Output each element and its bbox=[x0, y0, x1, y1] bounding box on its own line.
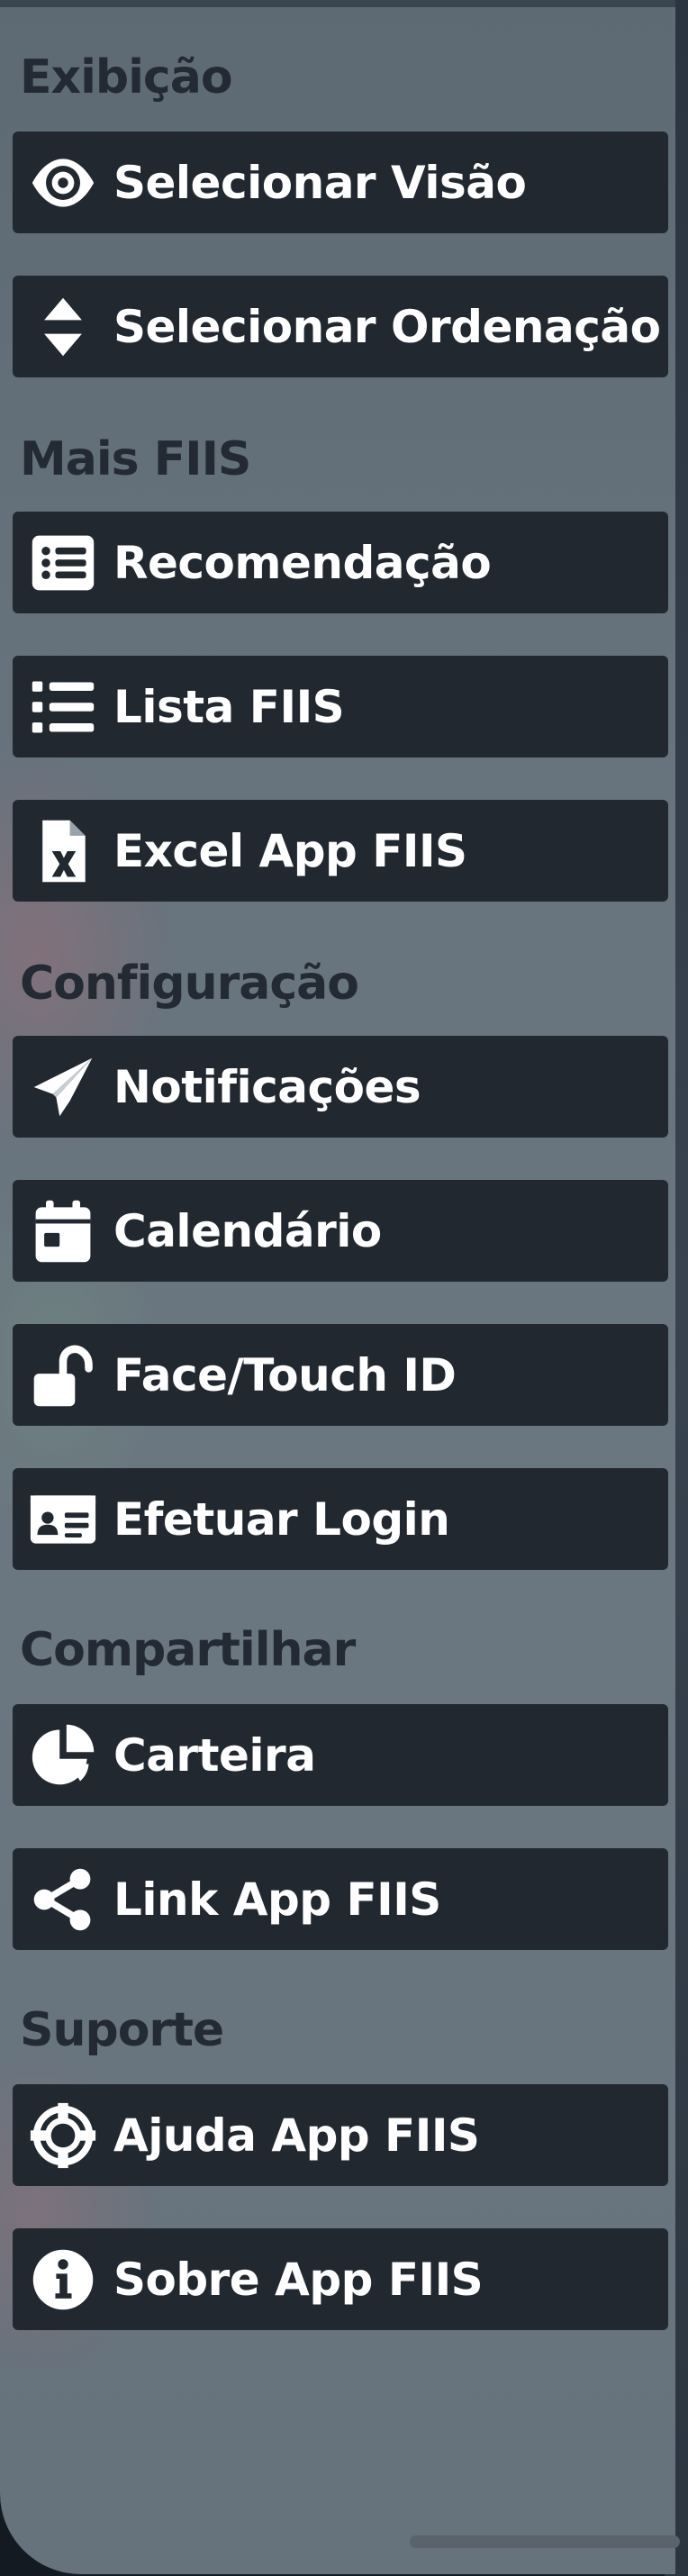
section-header-compartilhar: Compartilhar bbox=[20, 1623, 356, 1677]
menu-item-label: Recomendação bbox=[113, 536, 492, 589]
list-icon bbox=[29, 673, 97, 741]
excel-file-icon bbox=[29, 817, 97, 885]
eye-icon bbox=[29, 149, 97, 217]
menu-item-efetuar-login[interactable]: Efetuar Login bbox=[13, 1468, 668, 1570]
menu-item-label: Notificações bbox=[113, 1060, 421, 1113]
menu-item-carteira[interactable]: Carteira bbox=[13, 1704, 668, 1806]
menu-item-recomendacao[interactable]: Recomendação bbox=[13, 512, 668, 613]
section-header-exibicao: Exibição bbox=[20, 50, 233, 104]
id-card-icon bbox=[29, 1485, 97, 1554]
menu-item-excel-app-fiis[interactable]: Excel App FIIS bbox=[13, 800, 668, 902]
menu-item-label: Link App FIIS bbox=[113, 1873, 441, 1926]
info-icon bbox=[29, 2245, 97, 2314]
calendar-icon bbox=[29, 1197, 97, 1265]
menu-item-lista-fiis[interactable]: Lista FIIS bbox=[13, 656, 668, 757]
menu-item-label: Carteira bbox=[113, 1728, 316, 1782]
menu-item-label: Ajuda App FIIS bbox=[113, 2109, 480, 2162]
menu-item-label: Efetuar Login bbox=[113, 1492, 450, 1546]
menu-item-label: Excel App FIIS bbox=[113, 824, 467, 877]
share-icon bbox=[29, 1865, 97, 1934]
unlock-icon bbox=[29, 1341, 97, 1410]
menu-item-ajuda-app-fiis[interactable]: Ajuda App FIIS bbox=[13, 2084, 668, 2186]
menu-item-label: Face/Touch ID bbox=[113, 1348, 457, 1401]
paper-plane-icon bbox=[29, 1053, 97, 1121]
pie-chart-icon bbox=[29, 1721, 97, 1790]
menu-item-label: Sobre App FIIS bbox=[113, 2253, 484, 2306]
menu-item-selecionar-ordenacao[interactable]: Selecionar Ordenação bbox=[13, 276, 668, 377]
menu-item-label: Calendário bbox=[113, 1204, 382, 1257]
section-header-configuracao: Configuração bbox=[20, 957, 359, 1011]
menu-item-selecionar-visao[interactable]: Selecionar Visão bbox=[13, 132, 668, 233]
menu-item-label: Lista FIIS bbox=[113, 680, 345, 733]
menu-item-notificacoes[interactable]: Notificações bbox=[13, 1036, 668, 1138]
menu-item-label: Selecionar Visão bbox=[113, 156, 527, 209]
menu-item-sobre-app-fiis[interactable]: Sobre App FIIS bbox=[13, 2228, 668, 2330]
section-header-suporte: Suporte bbox=[20, 2003, 224, 2057]
list-card-icon bbox=[29, 529, 97, 597]
menu-item-calendario[interactable]: Calendário bbox=[13, 1180, 668, 1282]
home-indicator[interactable] bbox=[410, 2535, 680, 2548]
section-header-mais-fiis: Mais FIIS bbox=[20, 432, 251, 486]
sort-icon bbox=[29, 293, 97, 361]
life-ring-icon bbox=[29, 2101, 97, 2170]
menu-item-label: Selecionar Ordenação bbox=[113, 300, 661, 353]
menu-item-face-touch-id[interactable]: Face/Touch ID bbox=[13, 1324, 668, 1426]
side-menu: Exibição Selecionar Visão Selecionar Ord… bbox=[0, 0, 675, 2574]
menu-item-link-app-fiis[interactable]: Link App FIIS bbox=[13, 1848, 668, 1950]
